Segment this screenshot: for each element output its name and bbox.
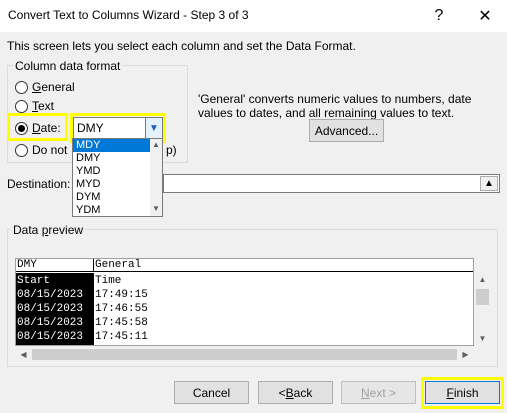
scroll-left-icon[interactable]: ◀ [15, 350, 32, 359]
back-mnemonic: B [285, 385, 294, 400]
dropdown-option[interactable]: DYM [73, 191, 151, 204]
back-rest: ack [293, 385, 313, 400]
scroll-up-icon[interactable]: ▲ [150, 140, 162, 149]
help-icon: ? [434, 7, 444, 24]
intro-text: This screen lets you select each column … [7, 39, 356, 53]
column-header-general[interactable]: General [94, 259, 473, 272]
horizontal-scroll-thumb[interactable] [32, 349, 457, 360]
radio-text[interactable]: Text [15, 98, 54, 114]
data-preview-grid[interactable]: DMY General Start Time 08/15/2023 17:49:… [15, 258, 474, 346]
next-rest: ext > [369, 385, 397, 400]
preview-cell: 08/15/2023 [17, 331, 84, 343]
window-title: Convert Text to Columns Wizard - Step 3 … [8, 8, 249, 22]
radio-general-label: General [32, 80, 75, 94]
data-preview-legend: Data preview [11, 223, 86, 237]
preview-cell: 08/15/2023 [17, 317, 84, 329]
preview-cell: 08/15/2023 [17, 289, 84, 301]
destination-label: Destination: [7, 177, 71, 191]
radio-text-label: Text [32, 99, 55, 113]
preview-cell: Time [95, 275, 122, 287]
cancel-button[interactable]: Cancel [174, 381, 249, 404]
scroll-down-icon[interactable]: ▼ [474, 334, 491, 343]
next-button[interactable]: Next > [341, 381, 416, 404]
radio-do-not-import-circle[interactable] [15, 143, 28, 157]
radio-general-circle[interactable] [15, 80, 28, 94]
column-format-legend: Column data format [13, 59, 123, 73]
collapse-dialog-icon[interactable]: ▲ [480, 176, 498, 191]
scroll-right-icon[interactable]: ▶ [457, 350, 474, 359]
next-mnemonic: N [360, 385, 370, 400]
date-format-select[interactable]: DMY ▼ [73, 117, 163, 139]
date-format-dropdown[interactable]: MDY DMY YMD MYD DYM YDM ▲ ▼ [72, 138, 163, 217]
radio-text-circle[interactable] [15, 99, 28, 113]
back-prefix: < [278, 385, 286, 400]
dropdown-scrollbar[interactable]: ▲ ▼ [150, 139, 162, 216]
close-button[interactable]: ✕ [464, 0, 506, 32]
scroll-down-icon[interactable]: ▼ [150, 204, 162, 213]
finish-button[interactable]: Finish [425, 381, 500, 404]
radio-do-not-import-label-tail: p) [166, 143, 177, 157]
radio-date-label: Date: [32, 121, 61, 135]
radio-date-circle[interactable] [15, 121, 28, 135]
preview-cell: 08/15/2023 [17, 303, 84, 315]
format-info-text: 'General' converts numeric values to num… [198, 92, 472, 120]
vertical-scroll-thumb[interactable] [476, 289, 489, 305]
help-button[interactable]: ? [418, 0, 460, 32]
back-button[interactable]: < Back [258, 381, 333, 404]
date-format-value: DMY [77, 121, 104, 135]
radio-do-not-import-label: Do not [32, 143, 68, 157]
preview-cell: 17:45:11 [95, 331, 148, 343]
destination-input[interactable]: ▲ [163, 174, 500, 193]
preview-cell: 17:49:15 [95, 289, 148, 301]
advanced-button[interactable]: Advanced... [309, 119, 384, 142]
radio-date[interactable]: Date: [15, 120, 61, 136]
radio-do-not-import[interactable]: Do not [15, 142, 67, 158]
dropdown-option[interactable]: YDM [73, 204, 151, 217]
finish-rest: inish [453, 385, 479, 400]
column-header-dmy[interactable]: DMY [16, 259, 94, 272]
dropdown-option[interactable]: MDY [73, 139, 151, 152]
preview-cell: 17:45:58 [95, 317, 148, 329]
chevron-down-icon[interactable]: ▼ [145, 118, 162, 138]
dropdown-option[interactable]: DMY [73, 152, 151, 165]
dropdown-option[interactable]: YMD [73, 165, 151, 178]
radio-general[interactable]: General [15, 79, 75, 95]
close-icon: ✕ [478, 8, 492, 25]
finish-mnemonic: F [446, 385, 454, 400]
preview-horizontal-scrollbar[interactable]: ◀ ▶ [15, 346, 474, 363]
preview-cell: 17:46:55 [95, 303, 148, 315]
preview-vertical-scrollbar[interactable]: ▲ ▼ [474, 272, 491, 346]
preview-cell: Start [17, 275, 51, 287]
scroll-up-icon[interactable]: ▲ [474, 275, 491, 284]
dropdown-option[interactable]: MYD [73, 178, 151, 191]
